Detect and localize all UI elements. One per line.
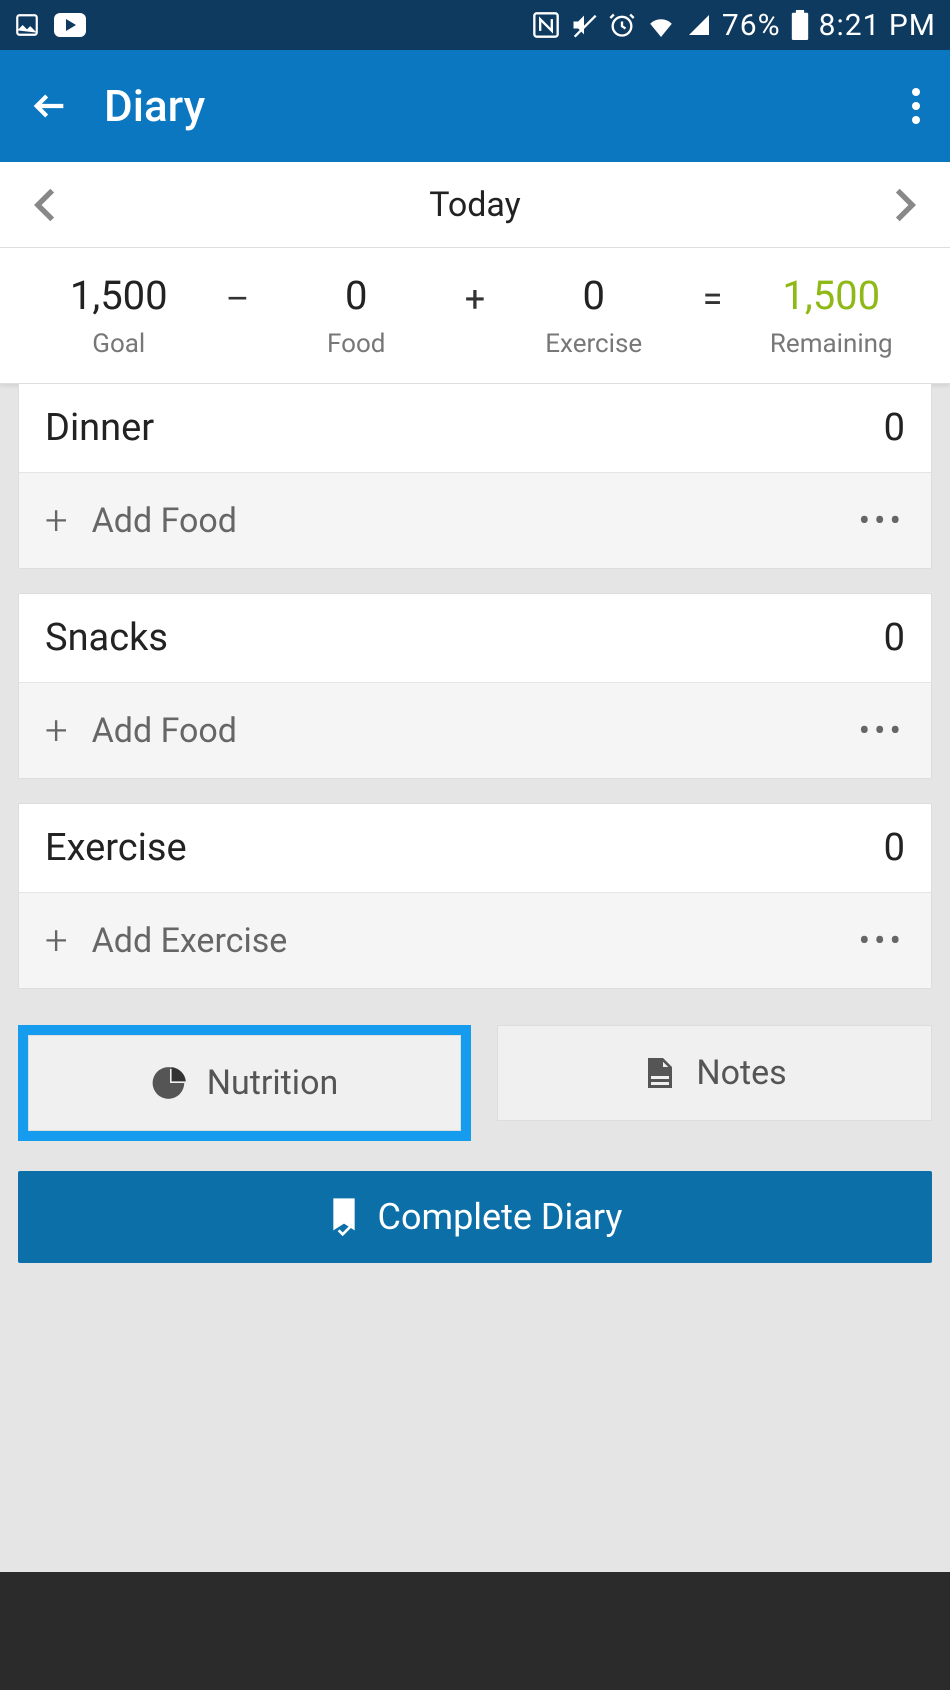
meal-calories: 0 — [884, 406, 905, 450]
bottom-button-row: Nutrition Notes — [18, 1025, 932, 1141]
alarm-icon — [608, 11, 636, 39]
exercise-calories: 0 — [884, 826, 905, 870]
nutrition-label: Nutrition — [207, 1063, 338, 1103]
exercise-card: Exercise 0 + Add Exercise ••• — [18, 803, 932, 989]
meal-card-dinner: Dinner 0 + Add Food ••• — [18, 384, 932, 569]
youtube-icon — [54, 13, 86, 37]
calorie-summary: 1,500 Goal – 0 Food + 0 Exercise = 1,500… — [0, 248, 950, 384]
minus-operator: – — [218, 278, 258, 354]
plus-icon: + — [45, 707, 68, 754]
summary-exercise: 0 Exercise — [495, 272, 693, 359]
meal-action-row: + Add Food ••• — [19, 473, 931, 568]
notes-icon — [642, 1055, 678, 1091]
nutrition-highlight: Nutrition — [18, 1025, 471, 1141]
meal-name: Dinner — [45, 406, 154, 450]
overflow-menu-button[interactable] — [912, 88, 920, 124]
battery-icon — [791, 10, 809, 40]
goal-label: Goal — [20, 329, 218, 359]
exercise-value: 0 — [495, 272, 693, 319]
plus-operator: + — [455, 278, 495, 354]
bookmark-check-icon — [328, 1198, 360, 1236]
nutrition-button[interactable]: Nutrition — [28, 1035, 461, 1131]
pie-chart-icon — [151, 1064, 189, 1102]
exercise-more-button[interactable]: ••• — [859, 921, 905, 961]
next-day-button[interactable] — [894, 187, 916, 223]
notes-button[interactable]: Notes — [497, 1025, 932, 1121]
meal-name: Snacks — [45, 616, 168, 660]
add-exercise-button[interactable]: Add Exercise — [92, 921, 288, 961]
meal-more-button[interactable]: ••• — [859, 501, 905, 541]
add-food-button[interactable]: Add Food — [92, 711, 237, 751]
plus-icon: + — [45, 497, 68, 544]
remaining-value: 1,500 — [733, 272, 931, 319]
battery-percentage: 76% — [722, 8, 781, 43]
exercise-name: Exercise — [45, 826, 187, 870]
equals-operator: = — [693, 278, 733, 354]
signal-icon — [686, 13, 712, 37]
back-button[interactable] — [30, 86, 70, 126]
complete-label: Complete Diary — [378, 1196, 623, 1238]
meal-action-row: + Add Food ••• — [19, 683, 931, 778]
wifi-icon — [646, 13, 676, 37]
summary-food: 0 Food — [258, 272, 456, 359]
page-title: Diary — [104, 80, 205, 132]
meal-card-snacks: Snacks 0 + Add Food ••• — [18, 593, 932, 779]
goal-value: 1,500 — [20, 272, 218, 319]
complete-diary-button[interactable]: Complete Diary — [18, 1171, 932, 1263]
prev-day-button[interactable] — [34, 187, 56, 223]
nfc-icon — [532, 11, 560, 39]
remaining-label: Remaining — [733, 329, 931, 359]
date-navigator: Today — [0, 162, 950, 248]
exercise-action-row: + Add Exercise ••• — [19, 893, 931, 988]
status-bar: 76% 8:21 PM — [0, 0, 950, 50]
meal-calories: 0 — [884, 616, 905, 660]
system-nav-bar — [0, 1572, 950, 1690]
mute-icon — [570, 11, 598, 39]
food-label: Food — [258, 329, 456, 359]
notes-label: Notes — [696, 1053, 786, 1093]
diary-content: Dinner 0 + Add Food ••• Snacks 0 + Add F… — [0, 384, 950, 989]
clock-time: 8:21 PM — [819, 8, 936, 43]
summary-goal: 1,500 Goal — [20, 272, 218, 359]
exercise-label: Exercise — [495, 329, 693, 359]
food-value: 0 — [258, 272, 456, 319]
date-label[interactable]: Today — [56, 185, 894, 225]
plus-icon: + — [45, 917, 68, 964]
image-icon — [14, 12, 40, 38]
meal-header[interactable]: Dinner 0 — [19, 384, 931, 473]
meal-header[interactable]: Snacks 0 — [19, 594, 931, 683]
meal-more-button[interactable]: ••• — [859, 711, 905, 751]
add-food-button[interactable]: Add Food — [92, 501, 237, 541]
app-bar: Diary — [0, 50, 950, 162]
summary-remaining: 1,500 Remaining — [733, 272, 931, 359]
exercise-header[interactable]: Exercise 0 — [19, 804, 931, 893]
